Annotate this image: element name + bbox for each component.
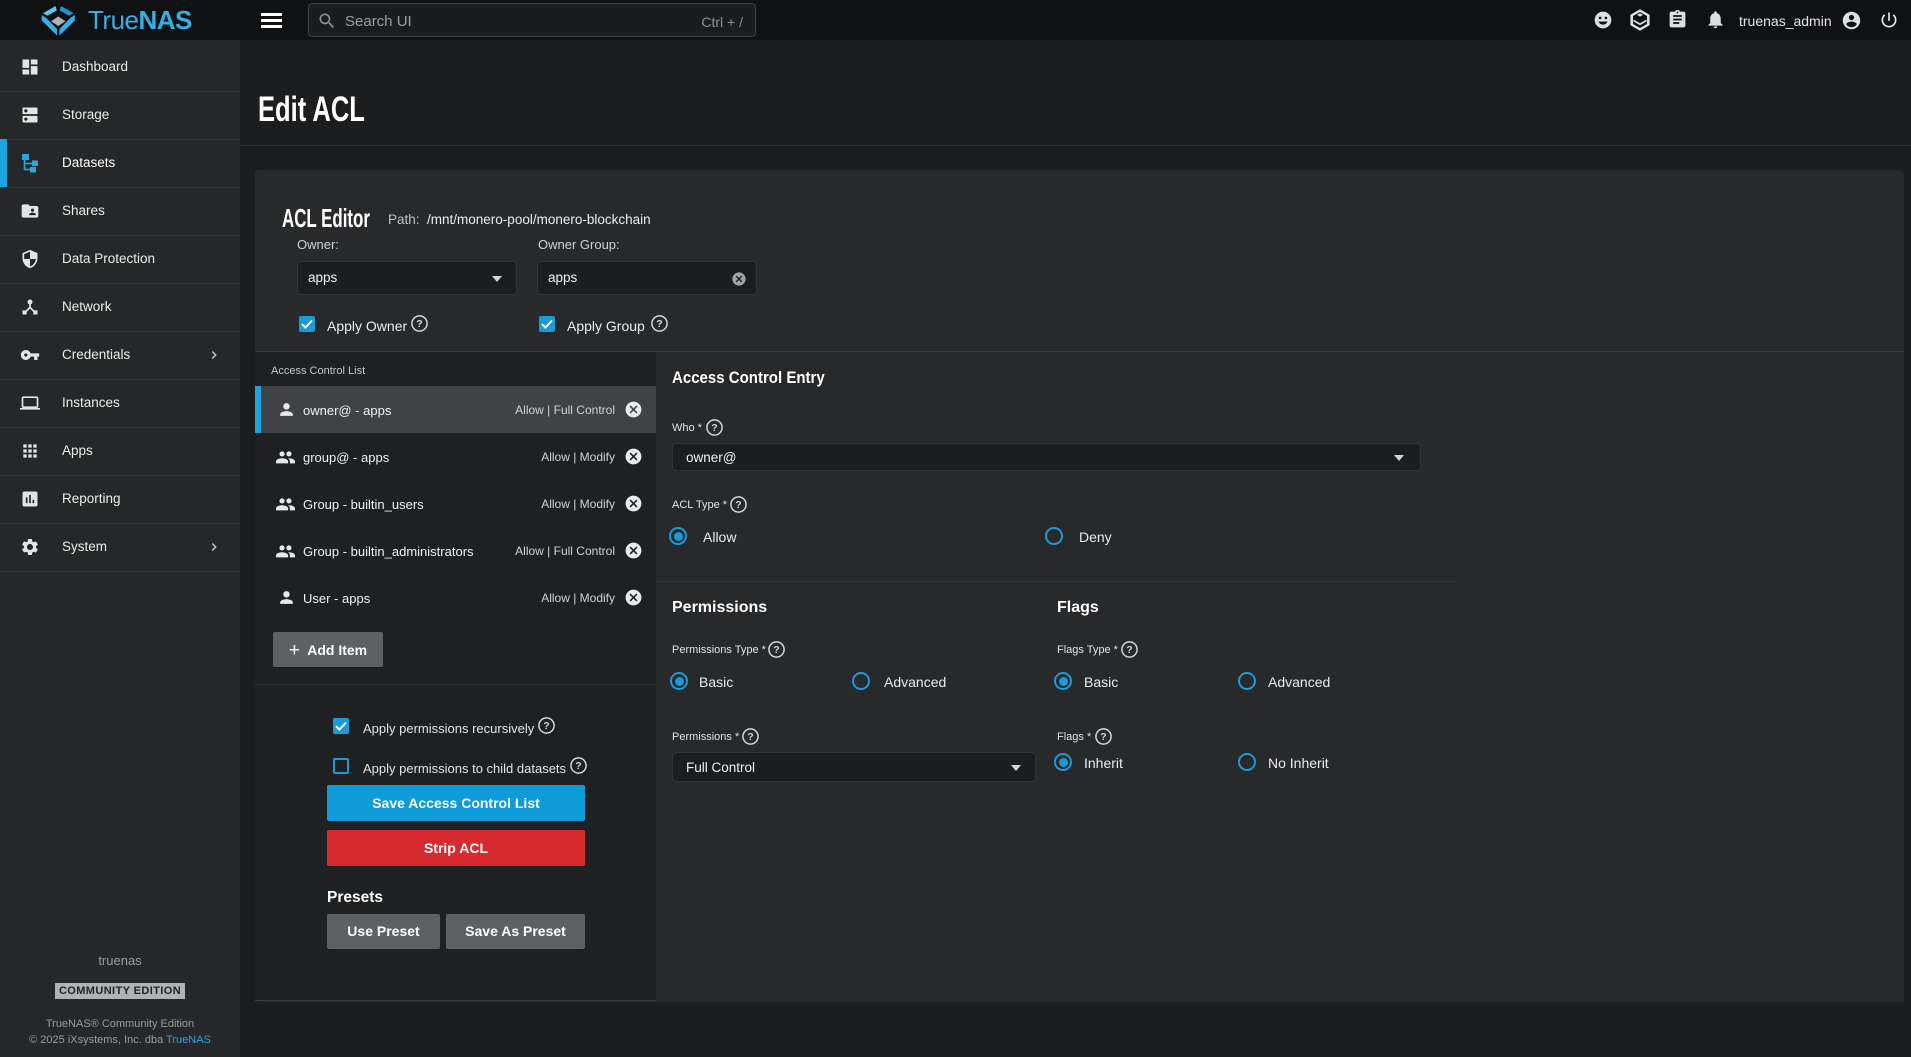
svg-text:?: ?	[773, 644, 779, 656]
svg-text:?: ?	[543, 720, 549, 732]
svg-text:?: ?	[747, 731, 753, 743]
svg-text:?: ?	[711, 422, 717, 434]
svg-text:?: ?	[735, 499, 741, 511]
svg-text:?: ?	[416, 318, 422, 330]
svg-text:?: ?	[656, 318, 662, 330]
svg-text:?: ?	[575, 760, 581, 772]
svg-text:?: ?	[1100, 731, 1106, 743]
svg-text:?: ?	[1126, 644, 1132, 656]
